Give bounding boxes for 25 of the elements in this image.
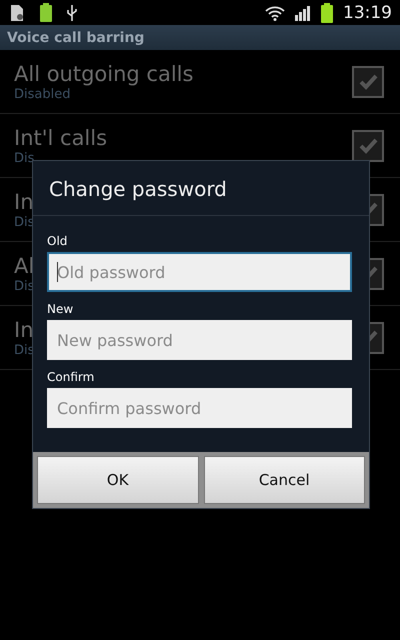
dialog-button[interactable]: Cancel — [204, 456, 365, 504]
dialog-button[interactable]: OK — [37, 456, 198, 504]
password-field[interactable]: New password — [47, 320, 352, 360]
wifi-icon — [265, 4, 285, 20]
password-field[interactable]: Confirm password — [47, 388, 352, 428]
battery-full-icon — [38, 2, 54, 22]
setting-title: In — [14, 317, 34, 343]
password-field[interactable]: Old password — [47, 252, 352, 292]
dialog-title: Change password — [33, 161, 369, 216]
setting-title: Al — [14, 253, 34, 279]
battery-icon — [321, 2, 333, 22]
screen-title: Voice call barring — [7, 30, 144, 46]
setting-summary: Dis — [14, 151, 34, 166]
setting-summary: Disabled — [14, 87, 70, 102]
signal-icon — [295, 4, 311, 20]
field-label: Confirm — [47, 370, 94, 384]
clock: 13:19 — [343, 2, 392, 22]
sim-settings-icon — [8, 4, 26, 22]
usb-icon — [66, 4, 78, 22]
field-label: Old — [47, 234, 68, 248]
text-cursor — [57, 262, 58, 282]
setting-title: All outgoing calls — [14, 61, 194, 87]
setting-title: In — [14, 189, 34, 215]
setting-title: Int'l calls — [14, 125, 108, 151]
field-label: New — [47, 302, 74, 316]
